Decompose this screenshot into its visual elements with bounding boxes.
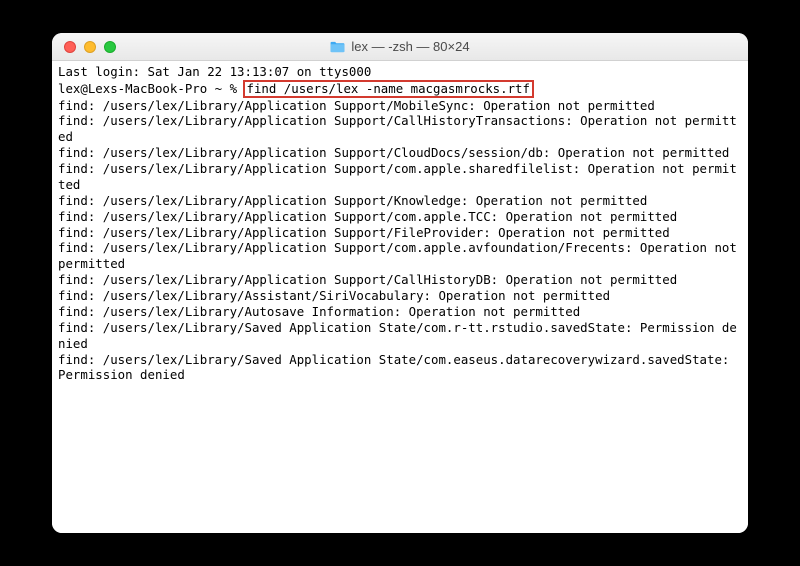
window-title: lex — -zsh — 80×24 xyxy=(351,39,469,54)
command-highlight: find /users/lex -name macgasmrocks.rtf xyxy=(243,80,534,98)
command-output: find: /users/lex/Library/Application Sup… xyxy=(58,98,742,384)
terminal-content[interactable]: Last login: Sat Jan 22 13:13:07 on ttys0… xyxy=(52,61,748,533)
terminal-window: lex — -zsh — 80×24 Last login: Sat Jan 2… xyxy=(52,33,748,533)
prompt-line: lex@Lexs-MacBook-Pro ~ % find /users/lex… xyxy=(58,80,742,98)
minimize-button[interactable] xyxy=(84,41,96,53)
folder-icon xyxy=(330,41,345,53)
window-title-area: lex — -zsh — 80×24 xyxy=(52,39,748,54)
close-button[interactable] xyxy=(64,41,76,53)
shell-prompt: lex@Lexs-MacBook-Pro ~ % xyxy=(58,81,245,96)
traffic-lights xyxy=(52,41,116,53)
find-command: find /users/lex -name macgasmrocks.rtf xyxy=(247,81,530,96)
maximize-button[interactable] xyxy=(104,41,116,53)
titlebar[interactable]: lex — -zsh — 80×24 xyxy=(52,33,748,61)
last-login-line: Last login: Sat Jan 22 13:13:07 on ttys0… xyxy=(58,64,742,80)
